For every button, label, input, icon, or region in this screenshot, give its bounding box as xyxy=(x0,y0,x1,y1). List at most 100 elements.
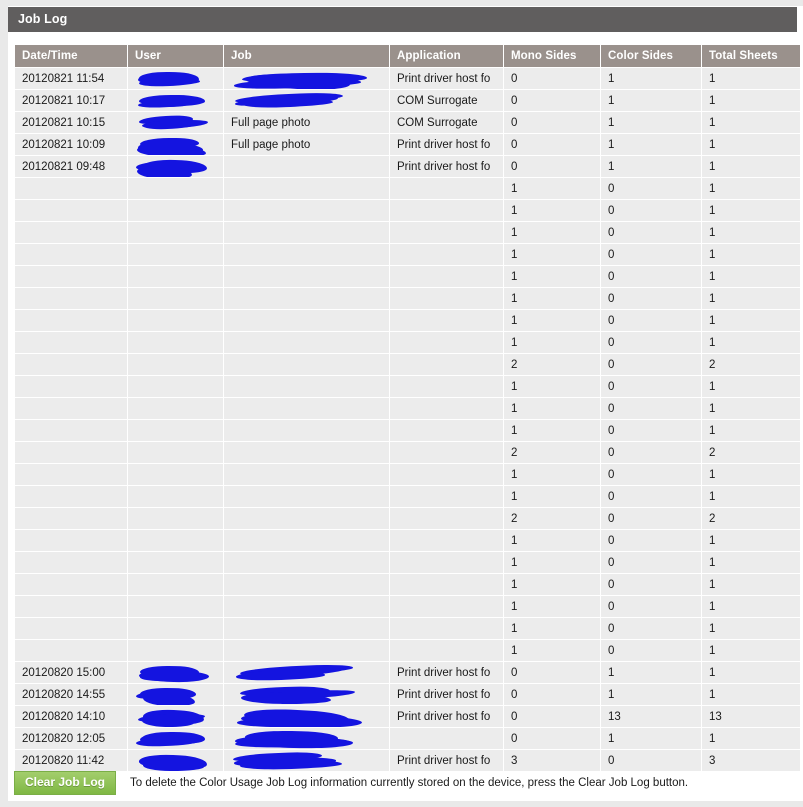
table-row[interactable]: 20120820 12:05 0 1 1 xyxy=(15,728,800,749)
cell-color-sides: 0 xyxy=(601,266,701,287)
cell-color-sides: 0 xyxy=(601,222,701,243)
table-row[interactable]: 101 xyxy=(15,266,800,287)
table-row[interactable]: 101 xyxy=(15,200,800,221)
cell-user xyxy=(128,420,223,441)
page-gutter-left xyxy=(0,0,8,807)
cell-user xyxy=(128,552,223,573)
table-row[interactable]: 101 xyxy=(15,244,800,265)
cell-job xyxy=(224,266,389,287)
table-row[interactable]: 101 xyxy=(15,596,800,617)
cell-job xyxy=(224,288,389,309)
cell-color-sides: 0 xyxy=(601,354,701,375)
table-row[interactable]: 20120820 14:10 Print driver host fo 0 13 13 xyxy=(15,706,800,727)
cell-datetime: 20120820 14:10 xyxy=(15,706,127,727)
cell-color-sides: 0 xyxy=(601,508,701,529)
column-header-application[interactable]: Application xyxy=(390,45,503,67)
table-row[interactable]: 20120820 14:55 Print driver host fo 0 1 1 xyxy=(15,684,800,705)
cell-mono-sides: 1 xyxy=(504,310,600,331)
table-row[interactable]: 101 xyxy=(15,178,800,199)
cell-mono-sides: 1 xyxy=(504,200,600,221)
cell-mono-sides: 1 xyxy=(504,596,600,617)
cell-user xyxy=(128,684,223,705)
table-row[interactable]: 101 xyxy=(15,530,800,551)
cell-color-sides: 0 xyxy=(601,310,701,331)
table-row[interactable]: 101 xyxy=(15,420,800,441)
table-row[interactable]: 202 xyxy=(15,508,800,529)
cell-application xyxy=(390,596,503,617)
cell-total-sheets: 2 xyxy=(702,442,800,463)
cell-color-sides: 0 xyxy=(601,398,701,419)
table-row[interactable]: 20120821 09:48 Print driver host fo 0 1 1 xyxy=(15,156,800,177)
cell-total-sheets: 1 xyxy=(702,178,800,199)
column-header-user[interactable]: User xyxy=(128,45,223,67)
cell-total-sheets: 1 xyxy=(702,684,800,705)
cell-job xyxy=(224,200,389,221)
table-row[interactable]: 101 xyxy=(15,486,800,507)
cell-datetime: 20120821 10:15 xyxy=(15,112,127,133)
cell-application: Print driver host fo xyxy=(390,662,503,683)
cell-color-sides: 0 xyxy=(601,486,701,507)
cell-total-sheets: 1 xyxy=(702,552,800,573)
cell-job xyxy=(224,310,389,331)
table-row[interactable]: 20120820 11:42 Print driver host fo 3 0 3 xyxy=(15,750,800,771)
cell-user xyxy=(128,442,223,463)
cell-datetime xyxy=(15,288,127,309)
cell-mono-sides: 1 xyxy=(504,244,600,265)
cell-color-sides: 1 xyxy=(601,684,701,705)
cell-application xyxy=(390,178,503,199)
cell-mono-sides: 0 xyxy=(504,684,600,705)
table-row[interactable]: 101 xyxy=(15,552,800,573)
cell-job xyxy=(224,552,389,573)
cell-color-sides: 13 xyxy=(601,706,701,727)
table-row[interactable]: 101 xyxy=(15,222,800,243)
cell-job xyxy=(224,90,389,111)
redaction-mark xyxy=(135,708,223,727)
table-row[interactable]: 101 xyxy=(15,398,800,419)
cell-user xyxy=(128,706,223,727)
table-row[interactable]: 101 xyxy=(15,464,800,485)
cell-color-sides: 1 xyxy=(601,90,701,111)
column-header-total-sheets[interactable]: Total Sheets xyxy=(702,45,800,67)
cell-user xyxy=(128,288,223,309)
table-row[interactable]: 20120820 15:00 Print driver host fo 0 1 1 xyxy=(15,662,800,683)
table-row[interactable]: 101 xyxy=(15,332,800,353)
cell-application xyxy=(390,376,503,397)
table-row[interactable]: 101 xyxy=(15,640,800,661)
page-background: Job Log Date/Time User Job Application Mono … xyxy=(0,0,803,807)
table-row[interactable]: 20120821 10:09 Full page photo Print drive… xyxy=(15,134,800,155)
table-row[interactable]: 101 xyxy=(15,574,800,595)
column-header-job[interactable]: Job xyxy=(224,45,389,67)
column-header-color-sides[interactable]: Color Sides xyxy=(601,45,701,67)
cell-datetime: 20120820 15:00 xyxy=(15,662,127,683)
cell-datetime xyxy=(15,376,127,397)
table-row[interactable]: 101 xyxy=(15,310,800,331)
cell-mono-sides: 0 xyxy=(504,728,600,749)
table-row[interactable]: 101 xyxy=(15,376,800,397)
cell-total-sheets: 1 xyxy=(702,134,800,155)
column-header-mono-sides[interactable]: Mono Sides xyxy=(504,45,600,67)
cell-total-sheets: 1 xyxy=(702,486,800,507)
table-row[interactable]: 20120821 10:17 COM Surrogate 0 1 1 xyxy=(15,90,800,111)
table-row[interactable]: 101 xyxy=(15,618,800,639)
table-row[interactable]: 101 xyxy=(15,288,800,309)
cell-total-sheets: 1 xyxy=(702,288,800,309)
cell-color-sides: 1 xyxy=(601,134,701,155)
clear-job-log-button[interactable]: Clear Job Log xyxy=(14,771,117,795)
table-row[interactable]: 202 xyxy=(15,442,800,463)
redaction-mark xyxy=(231,686,389,705)
cell-user xyxy=(128,310,223,331)
table-row[interactable]: 20120821 11:54 Print driver host fo 0 1 1 xyxy=(15,68,800,89)
column-header-datetime[interactable]: Date/Time xyxy=(15,45,127,67)
cell-application xyxy=(390,354,503,375)
cell-total-sheets: 1 xyxy=(702,244,800,265)
cell-user xyxy=(128,728,223,749)
table-row[interactable]: 20120821 10:15 Full page photo COM Surroga… xyxy=(15,112,800,133)
cell-application xyxy=(390,530,503,551)
cell-total-sheets: 13 xyxy=(702,706,800,727)
redaction-mark xyxy=(231,663,389,682)
cell-datetime xyxy=(15,618,127,639)
table-row[interactable]: 202 xyxy=(15,354,800,375)
cell-total-sheets: 1 xyxy=(702,310,800,331)
cell-job xyxy=(224,750,389,771)
cell-application xyxy=(390,266,503,287)
